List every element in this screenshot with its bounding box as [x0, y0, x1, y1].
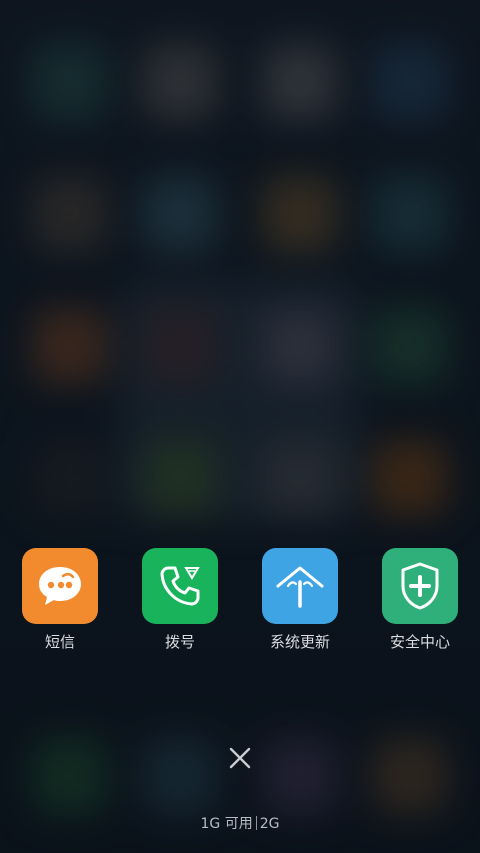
recent-app-dialer[interactable]: 拨号 — [120, 548, 240, 658]
phone-handset-icon[interactable] — [142, 548, 218, 624]
update-arrow-icon[interactable] — [262, 548, 338, 624]
recent-app-sms[interactable]: 短信 — [0, 548, 120, 658]
clear-all-button[interactable] — [222, 740, 258, 776]
close-icon[interactable] — [229, 747, 251, 769]
shield-plus-icon[interactable] — [382, 548, 458, 624]
message-bubble-icon[interactable] — [22, 548, 98, 624]
memory-total: 2G — [259, 816, 280, 832]
background-dim-overlay — [0, 0, 480, 853]
app-label: 拨号 — [164, 633, 195, 651]
app-label: 系统更新 — [269, 633, 330, 651]
recent-app-system-update[interactable]: 系统更新 — [240, 548, 360, 658]
recent-apps-row: 短信 拨号 系统更新 安全中心 — [0, 548, 480, 658]
recent-app-security-center[interactable]: 安全中心 — [360, 548, 480, 658]
recent-apps-screen: 短信 拨号 系统更新 安全中心 1G 可用 2G — [0, 0, 480, 853]
memory-separator — [255, 816, 257, 830]
memory-available: 1G 可用 — [200, 816, 253, 832]
memory-status: 1G 可用 2G — [0, 814, 480, 834]
app-label: 短信 — [44, 633, 75, 651]
app-label: 安全中心 — [389, 633, 450, 651]
